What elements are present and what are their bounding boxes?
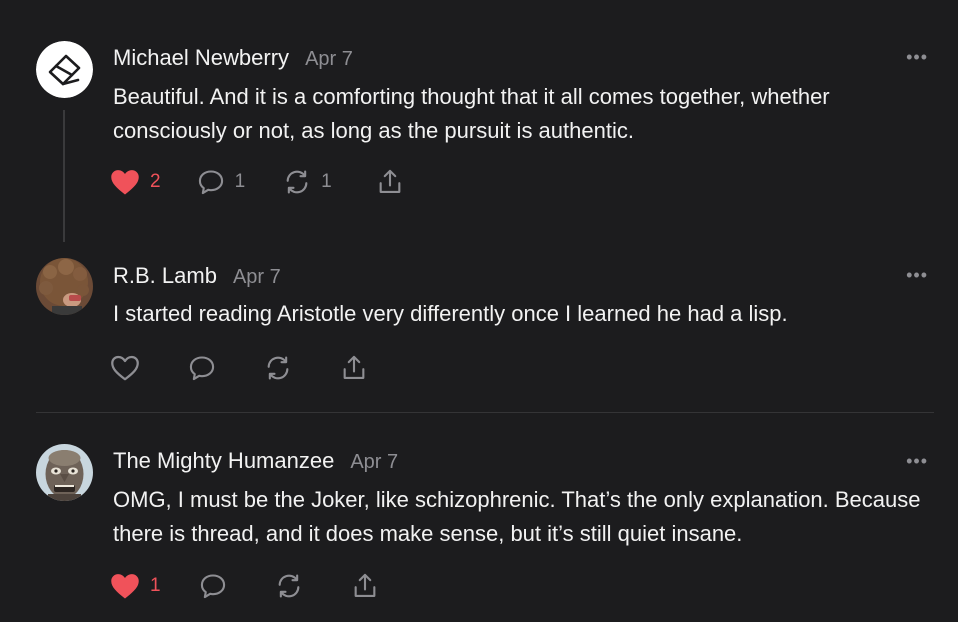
- share-icon: [343, 355, 365, 379]
- restack-button[interactable]: [264, 354, 292, 382]
- comment-text: Beautiful. And it is a comforting though…: [113, 84, 830, 143]
- more-options-button[interactable]: •••: [906, 266, 928, 284]
- thread-line: [63, 110, 65, 242]
- reply-count: 1: [234, 171, 246, 192]
- comment-date[interactable]: Apr 7: [305, 48, 353, 71]
- share-button[interactable]: [376, 168, 404, 196]
- like-button[interactable]: [110, 354, 140, 382]
- comment-header: Michael Newberry Apr 7: [113, 45, 353, 71]
- share-icon: [354, 573, 375, 597]
- avatar[interactable]: [36, 41, 93, 98]
- comment-date[interactable]: Apr 7: [350, 451, 398, 474]
- restack-icon: [278, 574, 299, 598]
- action-bar: 1: [110, 572, 379, 600]
- like-button[interactable]: 2: [110, 168, 161, 196]
- heart-filled-icon: [111, 574, 139, 599]
- restack-count: 1: [321, 171, 332, 192]
- more-options-button[interactable]: •••: [906, 48, 928, 66]
- more-options-button[interactable]: •••: [906, 452, 928, 470]
- speech-bubble-icon: [189, 356, 215, 381]
- reply-button[interactable]: [188, 354, 216, 382]
- like-button[interactable]: 1: [110, 572, 161, 600]
- like-count: 2: [150, 171, 161, 192]
- mask-face-avatar-icon: [36, 444, 93, 501]
- speech-bubble-icon: [200, 574, 225, 599]
- restack-button[interactable]: 1: [283, 168, 332, 196]
- author-name[interactable]: R.B. Lamb: [113, 263, 217, 289]
- action-bar: 2 1 1: [110, 168, 404, 196]
- curly-hair-photo-avatar-icon: [36, 258, 93, 315]
- divider: [36, 412, 934, 413]
- speech-bubble-icon: [198, 170, 223, 195]
- comment-header: R.B. Lamb Apr 7: [113, 263, 281, 289]
- comment-header: The Mighty Humanzee Apr 7: [113, 448, 398, 474]
- like-count: 1: [150, 575, 161, 596]
- comment-date[interactable]: Apr 7: [233, 266, 281, 289]
- sketch-logo-avatar-icon: [36, 41, 93, 98]
- reply-button[interactable]: 1: [197, 168, 246, 196]
- author-name[interactable]: Michael Newberry: [113, 45, 289, 71]
- avatar[interactable]: [36, 258, 93, 315]
- action-bar: [110, 354, 368, 382]
- heart-filled-icon: [111, 170, 139, 195]
- restack-button[interactable]: [275, 572, 303, 600]
- avatar[interactable]: [36, 444, 93, 501]
- comment-text: I started reading Aristotle very differe…: [113, 301, 788, 326]
- share-button[interactable]: [351, 572, 379, 600]
- author-name[interactable]: The Mighty Humanzee: [113, 448, 334, 474]
- reply-button[interactable]: [199, 572, 227, 600]
- comment-text: OMG, I must be the Joker, like schizophr…: [113, 487, 921, 546]
- share-icon: [379, 169, 401, 193]
- restack-icon: [267, 356, 289, 380]
- heart-outline-icon: [111, 355, 139, 381]
- restack-icon: [286, 170, 308, 194]
- share-button[interactable]: [340, 354, 368, 382]
